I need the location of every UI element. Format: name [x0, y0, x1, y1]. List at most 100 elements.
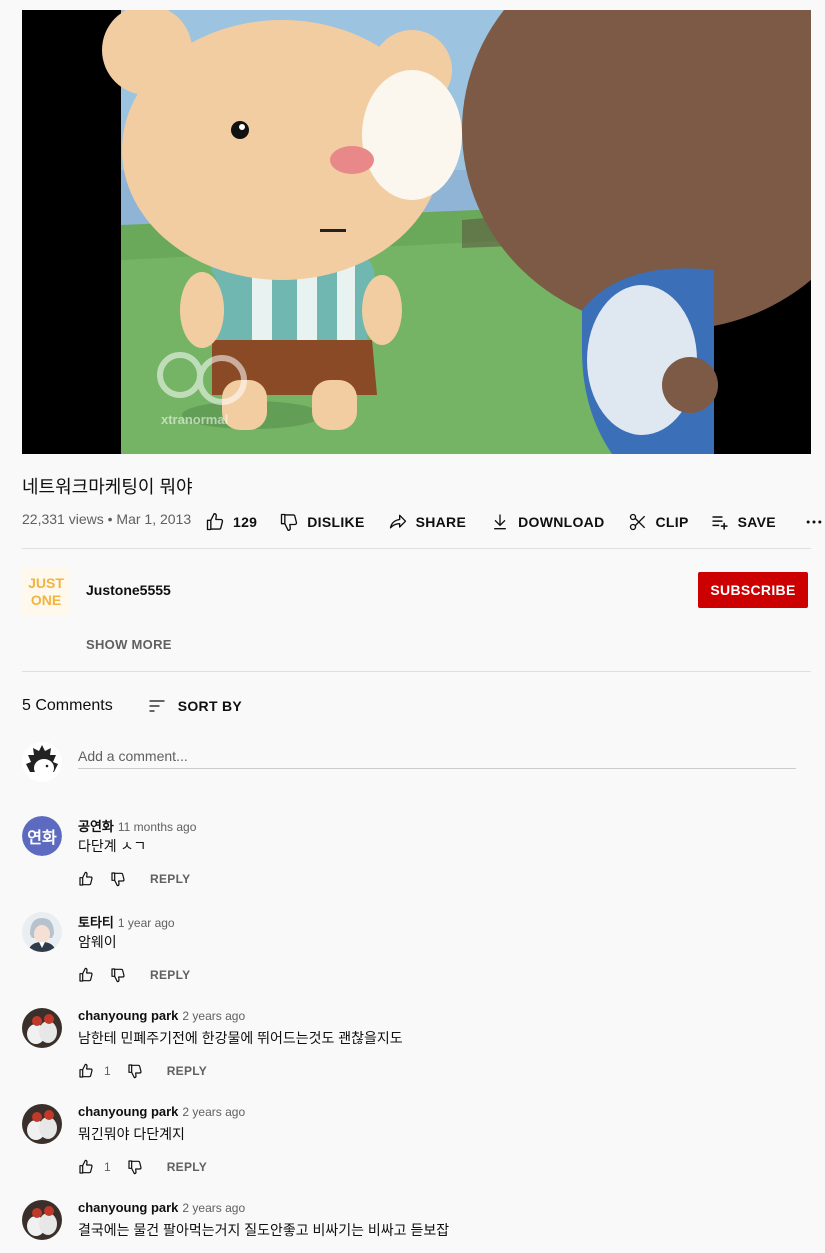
- video-meta-row: 22,331 views • Mar 1, 2013 129 DISLIKE S…: [22, 505, 822, 539]
- show-more-button[interactable]: SHOW MORE: [86, 637, 172, 652]
- view-count-and-date: 22,331 views • Mar 1, 2013: [22, 511, 191, 527]
- thumbs-down-icon: [281, 513, 298, 531]
- sort-by-button[interactable]: SORT BY: [147, 696, 242, 716]
- comment-time[interactable]: 2 years ago: [182, 1105, 245, 1119]
- avatar[interactable]: [22, 1104, 62, 1144]
- comment-author[interactable]: chanyoung park: [78, 1200, 178, 1215]
- share-button[interactable]: SHARE: [388, 505, 467, 539]
- comment-like-button[interactable]: [78, 1063, 94, 1079]
- comment-author[interactable]: chanyoung park: [78, 1104, 178, 1119]
- reply-button[interactable]: REPLY: [150, 968, 190, 982]
- avatar[interactable]: [22, 1200, 62, 1240]
- comment-dislike-button[interactable]: [127, 1159, 143, 1175]
- comment-text: 남한테 민폐주기전에 한강물에 뛰어드는것도 괜찮을지도: [78, 1030, 403, 1046]
- svg-text:ONE: ONE: [31, 592, 61, 608]
- comment-dislike-button[interactable]: [110, 967, 126, 983]
- sort-by-label: SORT BY: [177, 698, 243, 714]
- comment-header: chanyoung park 2 years ago: [78, 1008, 245, 1026]
- comment-header: 토타티 1 year ago: [78, 912, 175, 930]
- comment-like-button[interactable]: [78, 1159, 94, 1175]
- comment-header: chanyoung park 2 years ago: [78, 1104, 245, 1122]
- playlist-add-icon: [712, 516, 728, 530]
- channel-name[interactable]: Justone5555: [86, 582, 171, 598]
- comment-like-count: 1: [104, 1160, 111, 1174]
- comment-dislike-button[interactable]: [110, 871, 126, 887]
- download-button[interactable]: DOWNLOAD: [490, 505, 604, 539]
- thumbs-up-icon: [79, 1159, 93, 1174]
- comments-header: 5 Comments SORT BY: [22, 694, 242, 718]
- channel-owner-row: JUST ONE Justone5555 SUBSCRIBE: [22, 566, 811, 616]
- thumbs-down-icon: [111, 968, 125, 983]
- reply-button[interactable]: REPLY: [167, 1160, 207, 1174]
- svg-text:xtranormal: xtranormal: [161, 412, 228, 427]
- dislike-button[interactable]: DISLIKE: [279, 505, 364, 539]
- comment-thread: 연화 공연화 11 months ago 다단계 ㅅㄱ REPLY: [22, 816, 811, 900]
- save-label: SAVE: [737, 514, 776, 530]
- like-button[interactable]: 129: [205, 505, 257, 539]
- svg-text:JUST: JUST: [28, 575, 64, 591]
- like-count: 129: [233, 514, 258, 530]
- dislike-label: DISLIKE: [307, 514, 365, 530]
- comment-thread: 토타티 1 year ago 암웨이 REPLY: [22, 912, 811, 996]
- avatar[interactable]: [22, 1008, 62, 1048]
- comment-time[interactable]: 1 year ago: [118, 916, 175, 930]
- photo-avatar-icon: [22, 1104, 62, 1144]
- action-bar: 129 DISLIKE SHARE DOWNLOAD CLIP SAVE: [205, 505, 825, 539]
- comment-header: chanyoung park 2 years ago: [78, 1200, 245, 1218]
- add-comment-input[interactable]: [78, 743, 796, 769]
- comment-toolbar: 1 REPLY: [78, 1156, 207, 1178]
- comment-toolbar: REPLY: [78, 868, 190, 890]
- thumbs-up-icon: [79, 1063, 93, 1078]
- avatar[interactable]: 연화: [22, 816, 62, 856]
- reply-button[interactable]: REPLY: [150, 872, 190, 886]
- avatar[interactable]: [22, 912, 62, 952]
- comment-thread: chanyoung park 2 years ago 뭐긴뭐야 다단계지 1 R…: [22, 1104, 811, 1188]
- comment-time[interactable]: 2 years ago: [182, 1201, 245, 1215]
- channel-logo[interactable]: JUST ONE: [22, 568, 70, 616]
- avatar-initials: 연화: [22, 816, 62, 856]
- comment-count: 5 Comments: [22, 697, 113, 714]
- comment-thread: chanyoung park 2 years ago 남한테 민폐주기전에 한강…: [22, 1008, 811, 1092]
- more-actions-button[interactable]: [804, 505, 825, 539]
- thumbs-up-icon: [79, 967, 93, 982]
- video-frame: xtranormal: [22, 10, 811, 454]
- comment-author[interactable]: 공연화: [78, 816, 114, 835]
- thumbs-up-icon: [79, 871, 93, 886]
- comment-dislike-button[interactable]: [127, 1063, 143, 1079]
- more-horizontal-icon: [806, 520, 822, 524]
- share-icon: [389, 514, 406, 529]
- download-label: DOWNLOAD: [518, 514, 605, 530]
- comment-thread: chanyoung park 2 years ago 결국에는 물건 팔아먹는거…: [22, 1200, 811, 1253]
- subscribe-button[interactable]: SUBSCRIBE: [698, 572, 808, 608]
- comment-time[interactable]: 2 years ago: [182, 1009, 245, 1023]
- avatar: [22, 742, 62, 782]
- comment-like-button[interactable]: [78, 871, 94, 887]
- sort-icon: [149, 700, 165, 712]
- divider: [22, 548, 811, 549]
- add-comment-row: [22, 740, 796, 784]
- video-title: 네트워크마케팅이 뭐야: [22, 477, 193, 497]
- thumbs-down-icon: [128, 1064, 142, 1079]
- comment-text: 암웨이: [78, 934, 117, 950]
- comment-author[interactable]: 토타티: [78, 912, 114, 931]
- download-icon: [494, 514, 506, 530]
- scissors-icon: [629, 513, 645, 531]
- comment-text: 다단계 ㅅㄱ: [78, 838, 147, 854]
- save-button[interactable]: SAVE: [710, 505, 776, 539]
- thumbs-down-icon: [111, 872, 125, 887]
- comment-text: 결국에는 물건 팔아먹는거지 질도안좋고 비싸기는 비싸고 듣보잡: [78, 1222, 450, 1238]
- clip-button[interactable]: CLIP: [628, 505, 689, 539]
- comment-author[interactable]: chanyoung park: [78, 1008, 178, 1023]
- video-player[interactable]: xtranormal: [22, 10, 811, 454]
- thumbs-down-icon: [128, 1160, 142, 1175]
- thumbs-up-icon: [206, 513, 224, 531]
- comment-like-count: 1: [104, 1064, 111, 1078]
- meta-separator: •: [107, 511, 113, 527]
- reply-button[interactable]: REPLY: [167, 1064, 207, 1078]
- comment-text: 뭐긴뭐야 다단계지: [78, 1126, 185, 1142]
- comment-toolbar: 1 REPLY: [78, 1060, 207, 1082]
- comment-like-button[interactable]: [78, 967, 94, 983]
- clip-label: CLIP: [655, 514, 689, 530]
- comment-time[interactable]: 11 months ago: [118, 820, 197, 834]
- comment-toolbar: REPLY: [78, 964, 190, 986]
